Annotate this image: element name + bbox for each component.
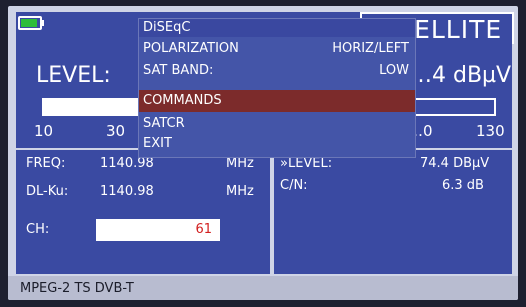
menu-title: DiSEqC [139,19,415,37]
battery-fill [21,19,37,27]
cn-value: 6.3 dB [442,178,484,193]
diseqc-menu: DiSEqC POLARIZATION HORIZ/LEFT SAT BAND:… [138,18,416,158]
freq-label: FREQ: [26,156,66,171]
measure-level-label: »LEVEL: [280,156,333,171]
level-label: LEVEL: [36,63,111,88]
menu-item-label: COMMANDS [143,93,222,108]
dlku-unit: MHz [226,184,254,199]
level-bar-track [410,98,496,116]
scale-tick: 10 [34,122,54,140]
menu-item-commands[interactable]: COMMANDS [139,90,415,112]
dlku-label: DL-Ku: [26,184,69,199]
freq-unit: MHz [226,156,254,171]
screen: …TELLITE LEVEL: …4 dBµV 10 30 …0 130 FRE… [8,6,518,300]
menu-item-value: HORIZ/LEFT [332,41,409,56]
menu-item-polarization[interactable]: POLARIZATION HORIZ/LEFT [139,38,415,60]
menu-item-label: SAT BAND: [143,63,214,78]
dlku-value: 1140.98 [100,184,154,199]
ch-label: CH: [26,222,50,237]
signal-standard: MPEG-2 TS DVB-T [20,281,134,296]
menu-item-sat-band[interactable]: SAT BAND: LOW [139,60,415,82]
menu-item-label: EXIT [143,136,172,151]
menu-item-label: POLARIZATION [143,41,239,56]
menu-item-value: LOW [379,63,409,78]
level-value: …4 dBµV [410,63,512,88]
menu-item-label: SATCR [143,116,185,131]
scale-tick: 130 [476,122,505,140]
measure-level-value: 74.4 DBµV [420,156,490,171]
channel-field[interactable]: 61 [96,219,220,241]
menu-item-exit[interactable]: EXIT [139,133,415,155]
cn-label: C/N: [280,178,308,193]
freq-value: 1140.98 [100,156,154,171]
scale-tick: 30 [106,122,126,140]
battery-tip [41,20,44,26]
menu-item-satcr[interactable]: SATCR [139,113,415,135]
